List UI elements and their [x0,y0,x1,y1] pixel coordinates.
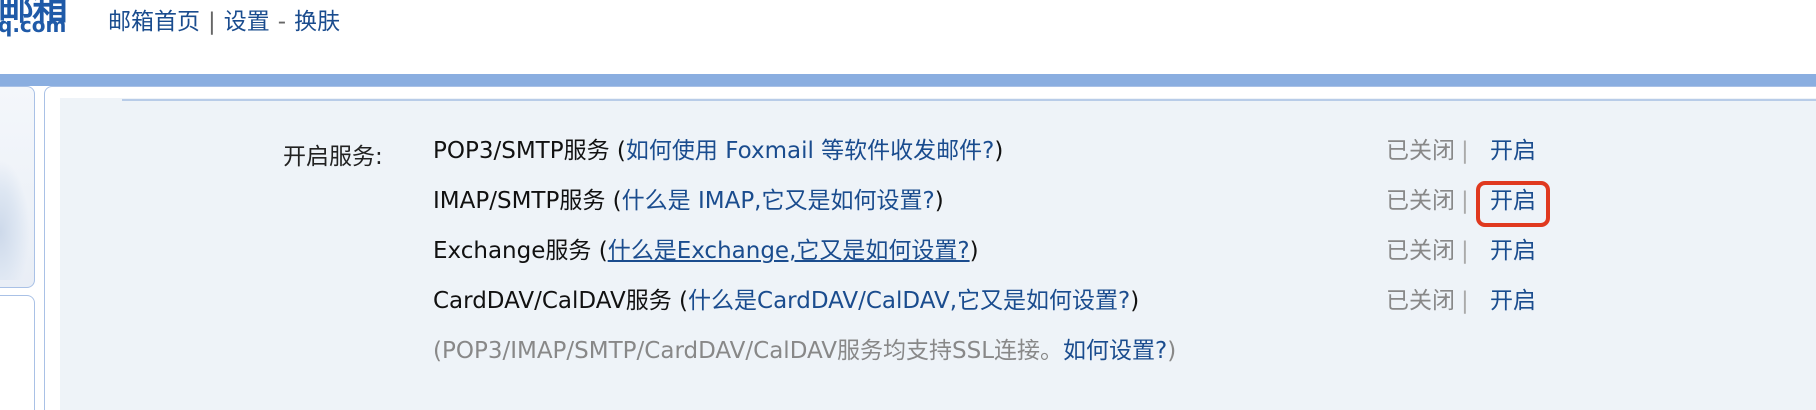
open-paren: ( [612,188,622,214]
service-name: POP3/SMTP服务 [433,138,610,164]
decoration-image [0,160,30,280]
service-name: IMAP/SMTP服务 [433,188,606,214]
close-paren: ) [934,188,944,214]
status-divider: | [1461,138,1469,164]
header: 邮箱 q.com 邮箱首页 | 设置 - 换肤 [0,0,1816,74]
help-link-pop3[interactable]: 如何使用 Foxmail 等软件收发邮件? [626,138,995,164]
open-paren: ( [598,238,608,264]
status-imap: 已关闭 | [1386,187,1475,215]
help-link-carddav[interactable]: 什么是CardDAV/CalDAV,它又是如何设置? [688,288,1130,314]
status-text: 已关闭 [1386,138,1455,164]
enable-carddav-link[interactable]: 开启 [1490,287,1536,315]
settings-link[interactable]: 设置 [224,9,270,35]
close-paren: ) [969,238,979,264]
services-label: 开启服务: [283,144,383,170]
service-row-pop3: POP3/SMTP服务 (如何使用 Foxmail 等软件收发邮件?) [433,137,1003,165]
service-row-carddav: CardDAV/CalDAV服务 (什么是CardDAV/CalDAV,它又是如… [433,287,1139,315]
change-skin-link[interactable]: 换肤 [294,9,340,35]
enable-pop3-link[interactable]: 开启 [1490,137,1536,165]
nav-separator: | [208,9,216,35]
open-paren: ( [616,138,626,164]
service-name: Exchange服务 [433,238,592,264]
left-sidebar-panel-lower [0,295,35,410]
open-paren: ( [679,288,689,314]
status-exchange: 已关闭 | [1386,237,1475,265]
close-paren: ) [1130,288,1140,314]
status-text: 已关闭 [1386,238,1455,264]
status-text: 已关闭 [1386,288,1455,314]
settings-page: 邮箱 q.com 邮箱首页 | 设置 - 换肤 开启服务: POP3/SMTP服务 (如… [0,0,1816,410]
nav-dash: - [277,9,287,35]
frame-band [0,74,1816,86]
status-divider: | [1461,238,1469,264]
status-divider: | [1461,188,1469,214]
section-divider [122,99,1816,101]
status-carddav: 已关闭 | [1386,287,1475,315]
top-nav: 邮箱首页 | 设置 - 换肤 [108,8,340,36]
service-row-imap: IMAP/SMTP服务 (什么是 IMAP,它又是如何设置?) [433,187,944,215]
enable-exchange-link[interactable]: 开启 [1490,237,1536,265]
ssl-note-text: (POP3/IMAP/SMTP/CardDAV/CalDAV服务均支持SSL连接… [433,338,1064,364]
logo-domain: q.com [0,13,67,37]
close-paren: ) [994,138,1004,164]
status-pop3: 已关闭 | [1386,137,1475,165]
status-text: 已关闭 [1386,188,1455,214]
help-link-imap[interactable]: 什么是 IMAP,它又是如何设置? [622,188,935,214]
ssl-note: (POP3/IMAP/SMTP/CardDAV/CalDAV服务均支持SSL连接… [433,337,1176,365]
status-divider: | [1461,288,1469,314]
service-row-exchange: Exchange服务 (什么是Exchange,它又是如何设置?) [433,237,979,265]
help-link-exchange[interactable]: 什么是Exchange,它又是如何设置? [608,238,970,264]
highlight-box [1476,181,1550,227]
service-name: CardDAV/CalDAV服务 [433,288,672,314]
close-paren: ) [1167,338,1177,364]
mail-home-link[interactable]: 邮箱首页 [108,9,200,35]
ssl-help-link[interactable]: 如何设置? [1063,338,1167,364]
